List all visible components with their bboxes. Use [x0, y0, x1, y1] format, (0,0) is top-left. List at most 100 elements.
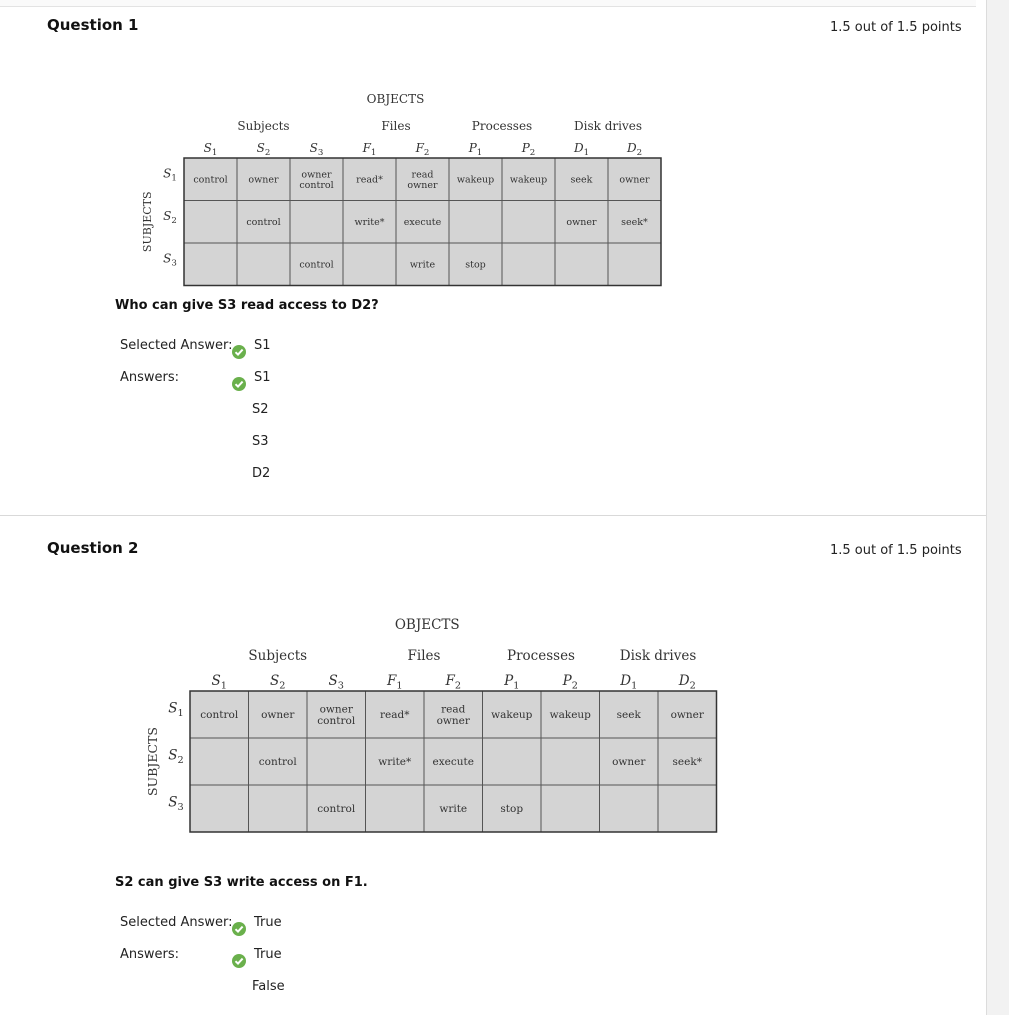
column-header: P2 [562, 673, 578, 691]
matrix-cell [342, 242, 397, 286]
matrix-cell [189, 737, 249, 786]
matrix-cell-label: write* [355, 217, 385, 228]
answer-option: False [252, 979, 285, 994]
matrix-cell [189, 784, 249, 833]
row-header: S2 [168, 748, 183, 766]
scrollbar[interactable] [986, 0, 1009, 1015]
matrix-cell [183, 242, 238, 286]
column-header: P1 [468, 141, 483, 158]
column-header: D1 [619, 673, 637, 691]
matrix-cell [482, 737, 542, 786]
selected-answer-label: Selected Answer: [120, 915, 233, 930]
matrix-cell-label: write* [378, 756, 412, 768]
row-header: S2 [163, 209, 177, 226]
matrix-cell-label: wakeup [550, 709, 592, 721]
matrix-cell-label: owner [261, 709, 295, 721]
column-group-label: Processes [507, 648, 575, 664]
matrix-cell-label: read owner [407, 169, 438, 190]
selected-answer-label: Selected Answer: [120, 338, 233, 353]
column-group-label: Files [408, 648, 441, 664]
question-prompt: Who can give S3 read access to D2? [115, 298, 379, 313]
question-points: 1.5 out of 1.5 points [830, 543, 962, 558]
row-header: S1 [163, 166, 177, 183]
matrix-cell-label: owner [619, 175, 650, 186]
matrix-cell-label: control [246, 217, 280, 228]
column-group-label: Subjects [237, 119, 289, 133]
row-header: S3 [168, 795, 183, 813]
answers-label: Answers: [120, 370, 180, 385]
matrix-cell-label: seek [617, 709, 642, 721]
matrix-cell-label: write [410, 260, 436, 271]
matrix-cell-label: read* [356, 175, 383, 186]
matrix-cell [289, 200, 344, 244]
question-title: Question 1 [47, 16, 139, 34]
matrix-cell-label: owner [612, 756, 646, 768]
matrix-cell-label: owner [566, 217, 597, 228]
column-header: S3 [329, 673, 344, 691]
answer-option: S3 [252, 434, 269, 449]
objects-title: OBJECTS [395, 617, 460, 633]
column-group-label: Processes [472, 119, 532, 133]
access-matrix-figure: control owner owner control read* read owner wa… [141, 92, 662, 287]
answer-option: True [254, 947, 282, 962]
column-group-label: Subjects [248, 648, 307, 664]
selected-answer: True [254, 915, 282, 930]
matrix-cell [501, 242, 556, 286]
matrix-cell-label: owner control [299, 169, 333, 190]
matrix-cell [448, 200, 503, 244]
correct-check-icon [232, 377, 246, 391]
subjects-axis-label: SUBJECTS [145, 727, 160, 796]
column-header: F2 [444, 673, 461, 691]
matrix-cell-label: stop [465, 260, 486, 271]
column-group-label: Files [381, 119, 410, 133]
matrix-cell [501, 200, 556, 244]
matrix-cell [540, 737, 600, 786]
matrix-cell-label: control [317, 803, 356, 815]
correct-check-icon [232, 922, 246, 936]
matrix-cell [183, 200, 238, 244]
answer-option: S2 [252, 402, 269, 417]
correct-check-icon [232, 345, 246, 359]
row-header: S3 [163, 251, 177, 268]
matrix-cell-label: control [193, 175, 227, 186]
question-points: 1.5 out of 1.5 points [830, 20, 962, 35]
matrix-cell-label: owner [671, 709, 705, 721]
objects-title: OBJECTS [367, 92, 425, 106]
matrix-cell-label: seek* [621, 217, 648, 228]
matrix-cell [365, 784, 425, 833]
matrix-cell-label: control [259, 756, 298, 768]
matrix-cell-label: control [299, 260, 333, 271]
correct-check-icon [232, 954, 246, 968]
matrix-cell-label: write [439, 803, 467, 815]
matrix-cell [657, 784, 717, 833]
question-prompt: S2 can give S3 write access on F1. [115, 875, 368, 890]
column-header: D2 [678, 673, 696, 691]
column-header: S1 [212, 673, 227, 691]
top-strip [0, 0, 976, 7]
column-group-label: Disk drives [620, 648, 697, 664]
matrix-cell-label: execute [404, 217, 442, 228]
column-header: P1 [503, 673, 519, 691]
matrix-cell-label: execute [433, 756, 474, 768]
row-header: S1 [168, 701, 183, 719]
column-header: S1 [204, 141, 218, 158]
matrix-cell [607, 242, 662, 286]
matrix-cell-label: wakeup [457, 175, 494, 186]
matrix-cell [306, 737, 366, 786]
answers-label: Answers: [120, 947, 180, 962]
column-header: F2 [415, 141, 430, 158]
column-header: D1 [573, 141, 589, 158]
matrix-cell-label: wakeup [510, 175, 547, 186]
column-header: S3 [310, 141, 324, 158]
question-divider [0, 515, 986, 516]
answer-option: S1 [254, 370, 271, 385]
matrix-cell [554, 242, 609, 286]
matrix-cell-label: owner [248, 175, 279, 186]
column-header: F1 [386, 673, 403, 691]
matrix-cell [236, 242, 291, 286]
selected-answer: S1 [254, 338, 271, 353]
matrix-cell-label: stop [500, 803, 523, 815]
matrix-cell-label: seek* [673, 756, 703, 768]
matrix-cell-label: owner control [317, 703, 356, 727]
matrix-cell-label: seek [571, 175, 593, 186]
